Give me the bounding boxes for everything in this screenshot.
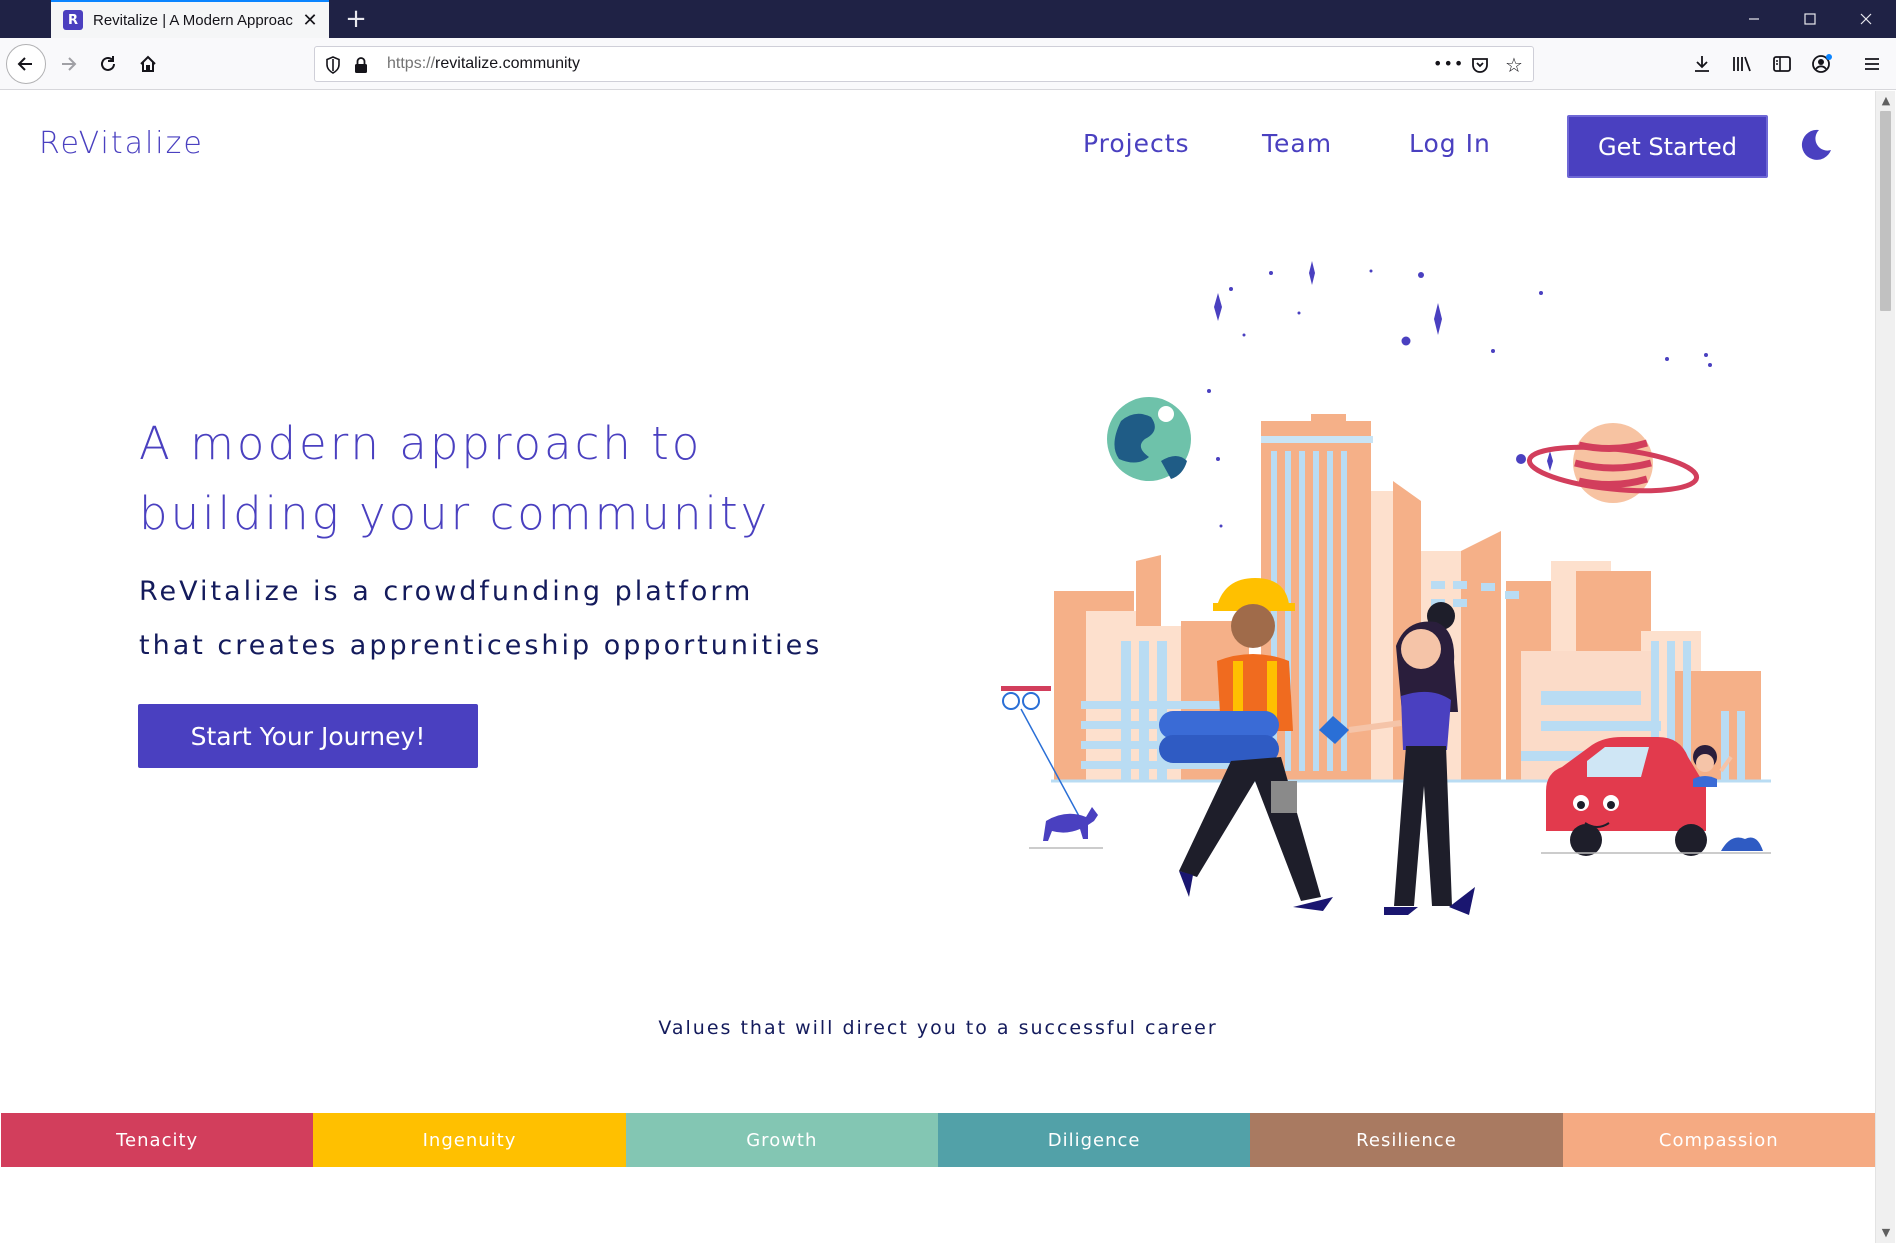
new-tab-button[interactable]: + [342, 4, 370, 34]
nav-link-team[interactable]: Team [1262, 129, 1332, 158]
values-bar: Tenacity Ingenuity Growth Diligence Resi… [1, 1113, 1875, 1167]
value-tile[interactable]: Growth [625, 1113, 938, 1167]
window-close-button[interactable] [1838, 0, 1894, 38]
hero-title-line-2: building your community [139, 487, 771, 540]
browser-navigation-bar: https://revitalize.community ••• ☆ [0, 38, 1896, 90]
window-minimize-button[interactable] [1726, 0, 1782, 38]
get-started-button[interactable]: Get Started [1567, 115, 1768, 178]
hero-subtitle-line-2: that creates apprenticeship opportunitie… [139, 630, 823, 661]
bookmark-star-icon[interactable]: ☆ [1501, 52, 1527, 78]
value-tile[interactable]: Diligence [937, 1113, 1251, 1167]
web-page: ReVitalize Projects Team Log In Get Star… [1, 91, 1875, 1243]
values-heading: Values that will direct you to a success… [658, 1017, 1218, 1039]
menu-hamburger-icon[interactable] [1856, 48, 1888, 80]
page-scrollbar[interactable]: ▲ ▼ [1875, 91, 1895, 1243]
dark-mode-toggle[interactable] [1797, 126, 1833, 162]
scroll-down-arrow-icon[interactable]: ▼ [1876, 1223, 1896, 1243]
account-icon[interactable] [1806, 48, 1838, 80]
site-favicon-icon: R [63, 10, 83, 30]
nav-link-log-in[interactable]: Log In [1409, 129, 1491, 158]
sidebar-icon[interactable] [1766, 48, 1798, 80]
hero-subtitle: ReVitalize is a crowdfunding platform th… [139, 565, 899, 673]
lock-icon[interactable] [351, 55, 371, 75]
tab-close-icon[interactable]: ✕ [301, 10, 319, 31]
back-button[interactable] [6, 44, 46, 84]
value-tile[interactable]: Tenacity [1, 1113, 314, 1167]
home-button[interactable] [128, 44, 168, 84]
value-tile[interactable]: Compassion [1562, 1113, 1875, 1167]
home-icon [140, 55, 156, 72]
hero-title: A modern approach to building your commu… [139, 409, 839, 549]
page-actions-more-icon[interactable]: ••• [1433, 53, 1463, 77]
start-your-journey-button[interactable]: Start Your Journey! [138, 704, 478, 768]
forward-button[interactable] [48, 44, 88, 84]
nav-link-projects[interactable]: Projects [1083, 129, 1190, 158]
hero-city-illustration [1001, 261, 1771, 915]
downloads-icon[interactable] [1686, 48, 1718, 80]
reload-button[interactable] [88, 44, 128, 84]
hero-title-line-1: A modern approach to [139, 417, 703, 470]
url-text[interactable]: https://revitalize.community [387, 55, 580, 73]
url-host: revitalize.community [435, 55, 580, 72]
site-logo[interactable]: ReVitalize [39, 126, 204, 161]
value-tile[interactable]: Ingenuity [313, 1113, 626, 1167]
scrollbar-thumb[interactable] [1880, 111, 1891, 311]
library-icon[interactable] [1726, 48, 1758, 80]
moon-icon [1801, 129, 1831, 160]
hero-subtitle-line-1: ReVitalize is a crowdfunding platform [139, 576, 754, 607]
address-bar[interactable]: https://revitalize.community ••• ☆ [314, 46, 1534, 82]
tab-title: Revitalize | A Modern Approach [93, 11, 293, 29]
scroll-up-arrow-icon[interactable]: ▲ [1876, 91, 1896, 111]
reload-icon [101, 56, 115, 71]
browser-tab[interactable]: R Revitalize | A Modern Approach ✕ [51, 0, 329, 38]
browser-title-bar: R Revitalize | A Modern Approach ✕ + [0, 0, 1896, 38]
earth-planet-icon [1107, 397, 1191, 481]
arrow-left-icon [17, 57, 32, 71]
saturn-planet-icon [1526, 423, 1700, 503]
window-maximize-button[interactable] [1782, 0, 1838, 38]
url-protocol: https:// [387, 55, 436, 72]
value-tile[interactable]: Resilience [1250, 1113, 1563, 1167]
tracking-protection-shield-icon[interactable] [323, 55, 343, 75]
arrow-right-icon [62, 57, 77, 71]
pocket-icon[interactable] [1467, 53, 1493, 77]
